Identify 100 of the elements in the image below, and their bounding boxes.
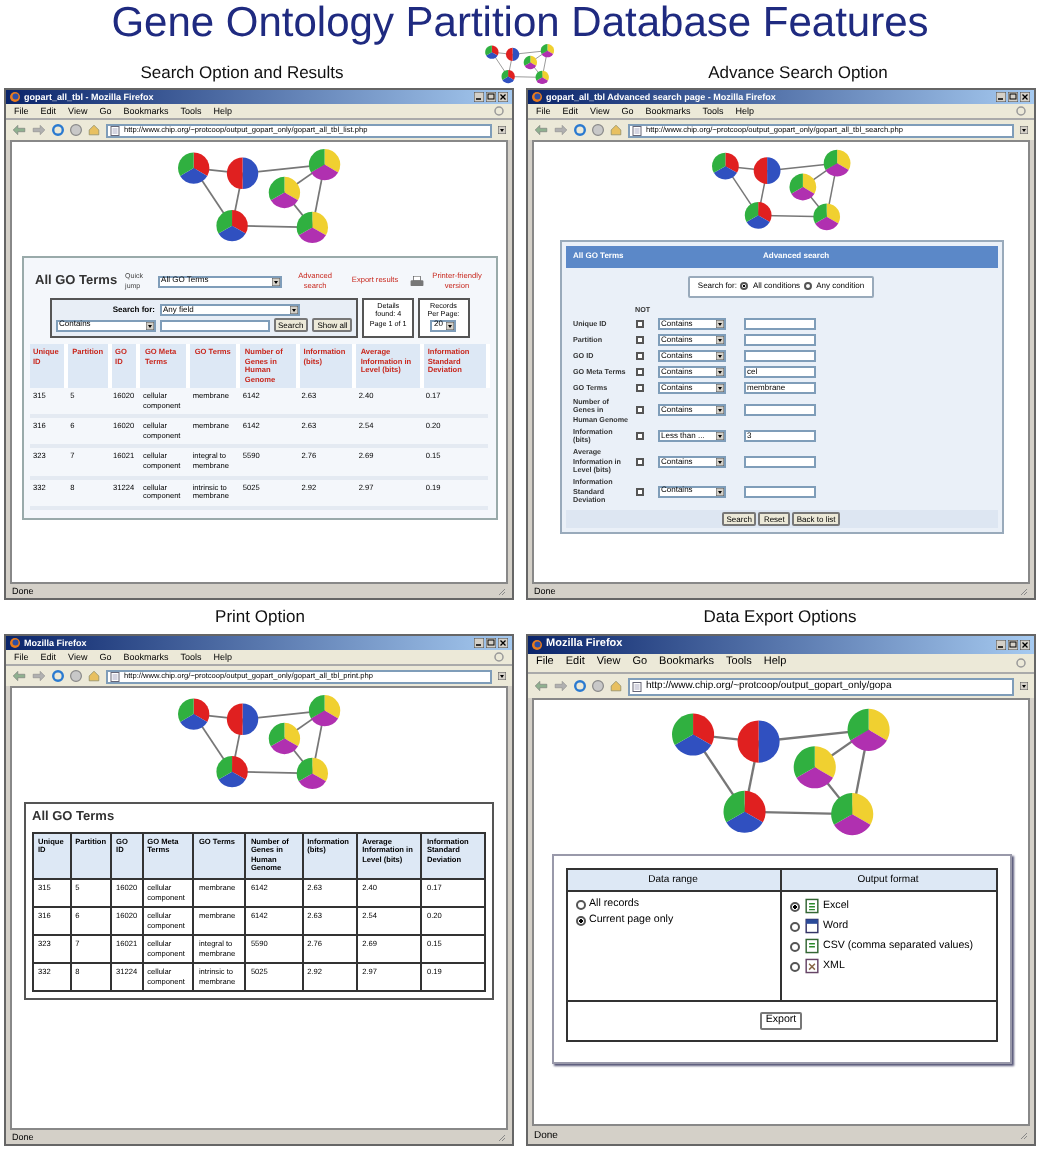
radio-button[interactable] bbox=[789, 901, 799, 911]
document-file-icon bbox=[803, 918, 819, 934]
page-icon bbox=[110, 125, 120, 135]
reload-icon[interactable] bbox=[574, 124, 586, 136]
minimize-icon[interactable] bbox=[474, 638, 484, 648]
network-logo-drawing bbox=[484, 44, 556, 84]
spreadsheet-file-icon bbox=[803, 898, 819, 914]
caret-icon bbox=[715, 457, 723, 466]
browser-logo-icon bbox=[532, 640, 542, 650]
throbber-icon bbox=[1016, 106, 1026, 116]
page-icon bbox=[632, 125, 642, 135]
close-icon[interactable] bbox=[1020, 92, 1030, 102]
forward-arrow-icon[interactable] bbox=[554, 680, 568, 692]
home-icon[interactable] bbox=[88, 670, 100, 682]
panel-caption: Advance Search Option bbox=[708, 62, 888, 84]
checkbox[interactable] bbox=[635, 406, 643, 415]
forward-arrow-icon[interactable] bbox=[554, 124, 568, 136]
text-field[interactable] bbox=[743, 349, 815, 362]
caret-icon bbox=[446, 321, 455, 330]
text-field[interactable] bbox=[743, 317, 815, 330]
reload-icon[interactable] bbox=[52, 124, 64, 136]
checkbox[interactable] bbox=[635, 487, 643, 496]
close-icon[interactable] bbox=[1020, 640, 1030, 650]
caret-icon bbox=[715, 319, 723, 328]
text-field[interactable] bbox=[743, 333, 815, 346]
page-icon bbox=[110, 671, 120, 681]
panel-caption: Search Option and Results bbox=[140, 62, 344, 84]
home-icon[interactable] bbox=[610, 124, 622, 136]
panel-caption: Data Export Options bbox=[703, 606, 857, 628]
page-title: Gene Ontology Partition Database Features bbox=[109, 0, 931, 44]
radio-button[interactable] bbox=[804, 282, 813, 291]
minimize-icon[interactable] bbox=[996, 640, 1006, 650]
radio-button[interactable] bbox=[789, 961, 799, 971]
caret-icon bbox=[1020, 682, 1028, 690]
network-logo-drawing bbox=[711, 148, 851, 232]
throbber-icon bbox=[1016, 658, 1026, 668]
radio-button[interactable] bbox=[575, 899, 585, 910]
checkbox[interactable] bbox=[635, 432, 643, 441]
home-icon[interactable] bbox=[610, 680, 622, 692]
text-field[interactable] bbox=[743, 404, 815, 417]
browser-logo-icon bbox=[532, 92, 542, 102]
reload-icon[interactable] bbox=[574, 680, 586, 692]
radio-button[interactable] bbox=[789, 921, 799, 931]
caret-icon bbox=[271, 277, 280, 286]
browser-logo-icon bbox=[10, 638, 20, 648]
back-arrow-icon[interactable] bbox=[534, 124, 548, 136]
close-icon[interactable] bbox=[498, 92, 508, 102]
stop-icon[interactable] bbox=[592, 680, 604, 692]
caret-icon bbox=[145, 321, 153, 330]
caret-icon bbox=[498, 126, 506, 134]
checkbox[interactable] bbox=[635, 351, 643, 360]
resize-grip-icon[interactable] bbox=[1018, 586, 1028, 596]
resize-grip-icon[interactable] bbox=[496, 586, 506, 596]
text-field[interactable] bbox=[743, 455, 815, 468]
checkbox[interactable] bbox=[635, 335, 643, 344]
close-icon[interactable] bbox=[498, 638, 508, 648]
page-icon bbox=[632, 681, 642, 691]
back-arrow-icon[interactable] bbox=[12, 670, 26, 682]
back-arrow-icon[interactable] bbox=[12, 124, 26, 136]
caret-icon bbox=[715, 335, 723, 344]
caret-icon bbox=[1020, 126, 1028, 134]
checkbox[interactable] bbox=[635, 367, 643, 376]
resize-grip-icon[interactable] bbox=[1018, 1130, 1028, 1140]
throbber-icon bbox=[494, 652, 504, 662]
back-arrow-icon[interactable] bbox=[534, 680, 548, 692]
caret-icon bbox=[715, 487, 723, 496]
forward-arrow-icon[interactable] bbox=[32, 124, 46, 136]
stop-icon[interactable] bbox=[592, 124, 604, 136]
minimize-icon[interactable] bbox=[996, 92, 1006, 102]
caret-icon bbox=[498, 672, 506, 680]
stop-icon[interactable] bbox=[70, 124, 82, 136]
checkbox[interactable] bbox=[635, 319, 643, 328]
caret-icon bbox=[715, 367, 723, 376]
maximize-icon[interactable] bbox=[486, 638, 496, 648]
caret-icon bbox=[715, 432, 723, 441]
printer-icon[interactable] bbox=[409, 275, 424, 288]
minimize-icon[interactable] bbox=[474, 92, 484, 102]
caret-icon bbox=[289, 306, 297, 315]
forward-arrow-icon[interactable] bbox=[32, 670, 46, 682]
checkbox[interactable] bbox=[635, 457, 643, 466]
panel-caption: Print Option bbox=[215, 606, 305, 628]
caret-icon bbox=[715, 383, 723, 392]
radio-button[interactable] bbox=[575, 916, 585, 927]
reload-icon[interactable] bbox=[52, 670, 64, 682]
checkbox[interactable] bbox=[635, 383, 643, 392]
throbber-icon bbox=[494, 106, 504, 116]
caret-icon bbox=[715, 351, 723, 360]
text-field[interactable] bbox=[159, 319, 269, 332]
caret-icon bbox=[715, 406, 723, 415]
spreadsheet-file-icon bbox=[803, 938, 819, 954]
maximize-icon[interactable] bbox=[486, 92, 496, 102]
radio-button[interactable] bbox=[789, 941, 799, 951]
text-field[interactable] bbox=[743, 485, 815, 498]
maximize-icon[interactable] bbox=[1008, 640, 1018, 650]
maximize-icon[interactable] bbox=[1008, 92, 1018, 102]
resize-grip-icon[interactable] bbox=[496, 1132, 506, 1142]
stop-icon[interactable] bbox=[70, 670, 82, 682]
radio-button[interactable] bbox=[740, 282, 749, 291]
home-icon[interactable] bbox=[88, 124, 100, 136]
browser-logo-icon bbox=[10, 92, 20, 102]
